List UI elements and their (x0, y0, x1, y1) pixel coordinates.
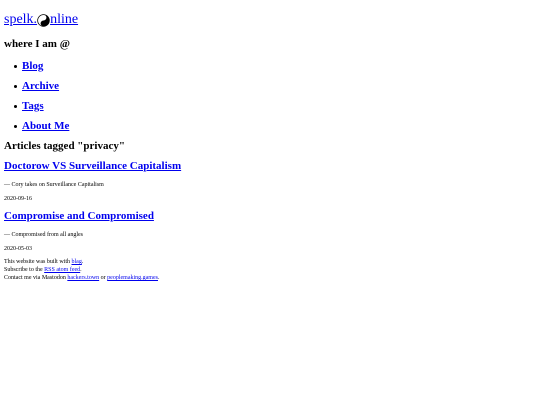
nav-item-about: About Me (14, 116, 536, 136)
article-link[interactable]: Doctorow VS Surveillance Capitalism (4, 160, 181, 172)
article-item: Compromise and Compromised — Compromised… (4, 210, 536, 252)
article-date: 2020-09-16 (4, 196, 32, 202)
article-link[interactable]: Compromise and Compromised (4, 210, 154, 222)
footer-built-with: This website was built with blag. (4, 258, 536, 266)
footer-text: or (99, 275, 108, 281)
article-item: Doctorow VS Surveillance Capitalism — Co… (4, 160, 536, 202)
blag-link[interactable]: blag (72, 259, 82, 265)
footer-contact: Contact me via Mastodon hackers.town or … (4, 274, 536, 282)
page: spelk. nline where I am @ Blog Archive Ta… (0, 0, 540, 286)
mastodon-hackers-town-link[interactable]: hackers.town (67, 275, 99, 281)
article-date: 2020-05-03 (4, 246, 32, 252)
mastodon-peoplemaking-link[interactable]: peoplemaking.games (107, 275, 158, 281)
site-title-prefix: spelk. (4, 12, 38, 27)
footer-text: Subscribe to the (4, 267, 45, 273)
site-title-link[interactable]: spelk. nline (4, 8, 78, 32)
article-title: Compromise and Compromised (4, 210, 536, 222)
bullet-icon (14, 64, 17, 68)
rss-feed-link[interactable]: RSS atom feed (44, 267, 80, 273)
nav-item-blog: Blog (14, 56, 536, 76)
article-subtitle: — Cory takes on Surveillance Capitalism (4, 182, 104, 188)
nav-link-tags[interactable]: Tags (22, 100, 44, 112)
footer-text: . (81, 259, 84, 265)
tagline: where I am @ (4, 38, 70, 50)
article-subtitle: — Compromised from all angles (4, 232, 83, 238)
bullet-icon (14, 124, 17, 128)
nav-link-about[interactable]: About Me (22, 120, 69, 132)
article-title: Doctorow VS Surveillance Capitalism (4, 160, 536, 172)
main-nav: Blog Archive Tags About Me (4, 56, 536, 136)
bullet-icon (14, 84, 17, 88)
article-list: Doctorow VS Surveillance Capitalism — Co… (4, 160, 536, 252)
yin-yang-icon (37, 13, 50, 27)
nav-item-tags: Tags (14, 96, 536, 116)
bullet-icon (14, 104, 17, 108)
nav-link-archive[interactable]: Archive (22, 80, 59, 92)
nav-link-blog[interactable]: Blog (22, 60, 43, 72)
footer-subscribe: Subscribe to the RSS atom feed. (4, 266, 536, 274)
footer-text: . (157, 275, 160, 281)
site-title-suffix: nline (50, 12, 79, 27)
footer-text: Contact me via Mastodon (4, 275, 68, 281)
nav-item-archive: Archive (14, 76, 536, 96)
footer: This website was built with blag. Subscr… (4, 258, 536, 282)
section-title: Articles tagged "privacy" (4, 140, 125, 152)
footer-text: . (80, 267, 82, 273)
site-title: spelk. nline (4, 8, 536, 32)
footer-text: This website was built with (4, 259, 72, 265)
